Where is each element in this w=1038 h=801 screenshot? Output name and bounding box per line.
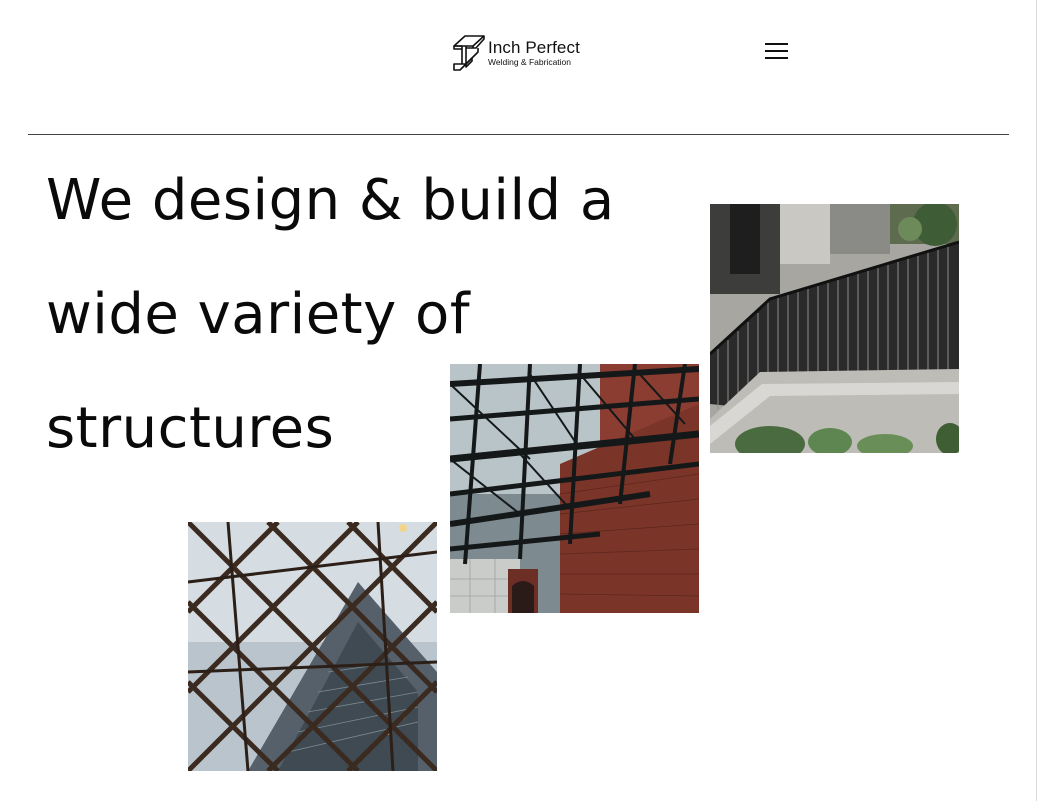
menu-bar xyxy=(765,50,788,52)
i-beam-icon xyxy=(453,35,485,71)
brand-tagline: Welding & Fabrication xyxy=(488,57,571,68)
header-divider xyxy=(28,134,1009,135)
menu-bar xyxy=(765,57,788,59)
glass-steel-atrium-photo xyxy=(188,522,437,771)
page-edge-rule xyxy=(1036,0,1037,801)
hamburger-menu-icon[interactable] xyxy=(764,40,790,64)
brand-logo-link[interactable]: Inch Perfect Welding & Fabrication xyxy=(452,34,580,72)
metal-railing-photo xyxy=(710,204,959,453)
brand-name: Inch Perfect xyxy=(488,38,580,58)
steel-roof-truss-photo xyxy=(450,364,699,613)
menu-bar xyxy=(765,43,788,45)
